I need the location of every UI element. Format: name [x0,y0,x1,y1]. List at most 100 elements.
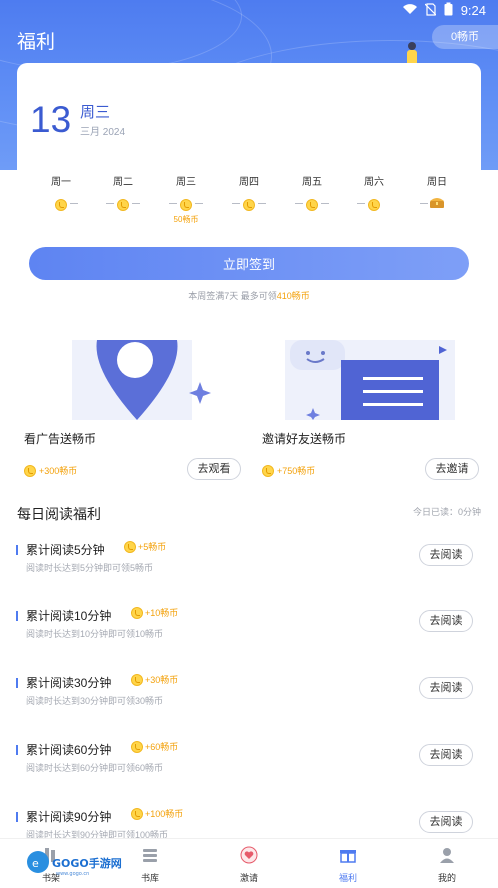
coin-icon [131,606,143,619]
promo-reward-amount: +750畅币 [277,466,316,476]
checkin-day-wed: 周三 50畅币 [156,173,216,225]
status-bar: 9:24 [0,0,498,20]
battery-icon [444,2,453,19]
task-reward: +60畅币 [131,740,178,753]
promo-title: 邀请好友送畅币 [262,432,347,446]
reading-task: 累计阅读30分钟 +30畅币 阅读时长达到30分钟即可领30畅币 去阅读 [0,670,498,730]
checkin-day-fri: 周五 [282,173,342,214]
signin-tip-text: 本周签满7天 最多可领 [188,291,277,301]
treasure-chest-icon [429,196,445,214]
weekday-label: 周六 [364,177,384,188]
signin-tip-amount: 410畅币 [276,291,310,301]
coin-icon [180,198,192,211]
promo-reward: +300畅币 [24,464,77,477]
coin-icon [55,198,67,211]
watch-ads-button[interactable]: 去观看 [187,458,241,480]
read-button[interactable]: 去阅读 [419,744,473,766]
today-read-time: 今日已读：0分钟 [412,507,481,517]
weekday-label: 周二 [113,177,133,188]
invite-button[interactable]: 去邀请 [425,458,479,480]
task-reward-amount: +5畅币 [138,542,167,552]
signin-button[interactable]: 立即签到 [29,247,469,280]
promo-reward: +750畅币 [262,464,315,477]
coin-icon [131,807,143,820]
weekday-label: 周一 [51,177,71,188]
current-month-year: 三月 2024 [80,127,126,138]
signin-tip: 本周签满7天 最多可领410畅币 [0,289,498,302]
read-button[interactable]: 去阅读 [419,677,473,699]
task-reward: +30畅币 [131,673,178,686]
task-description: 阅读时长达到60分钟即可领60畅币 [26,763,164,773]
checkin-day-sat: 周六 [344,173,404,214]
checkin-day-mon: 周一 [31,173,91,214]
task-marker [16,611,18,621]
tab-welfare[interactable]: 福利 [308,839,388,884]
reading-task: 累计阅读60分钟 +60畅币 阅读时长达到60分钟即可领60畅币 去阅读 [0,737,498,797]
task-reward-amount: +100畅币 [145,809,184,819]
library-icon [141,846,159,869]
task-reward: +10畅币 [131,606,178,619]
task-marker [16,545,18,555]
coin-icon [24,464,36,477]
task-description: 阅读时长达到10分钟即可领10畅币 [26,629,164,639]
task-name: 累计阅读5分钟 [26,543,105,557]
watermark-logo: e GOGO手游网 www.gogo.cn [26,848,126,883]
reading-task: 累计阅读10分钟 +10畅币 阅读时长达到10分钟即可领10畅币 去阅读 [0,603,498,663]
task-description: 阅读时长达到5分钟即可领5畅币 [26,563,154,573]
promo-invite-friends: 邀请好友送畅币 +750畅币 去邀请 [255,340,479,480]
read-button[interactable]: 去阅读 [419,544,473,566]
tab-label: 我的 [437,873,456,883]
coin-icon [243,198,255,211]
task-marker [16,812,18,822]
chat-bubble-illustration [255,340,475,420]
heart-badge-icon [240,846,258,869]
day-reward: 50畅币 [173,215,199,224]
coin-icon [124,540,136,553]
coin-icon [368,198,380,211]
gift-icon [339,846,357,869]
weekday-label: 周日 [427,177,447,188]
tab-label: 福利 [338,873,357,883]
reading-task: 累计阅读5分钟 +5畅币 阅读时长达到5分钟即可领5畅币 去阅读 [0,537,498,597]
task-name: 累计阅读60分钟 [26,743,112,757]
page-title: 福利 [17,32,56,53]
task-name: 累计阅读90分钟 [26,810,112,824]
task-description: 阅读时长达到30分钟即可领30畅币 [26,696,164,706]
promo-reward-amount: +300畅币 [39,466,78,476]
coin-icon [262,464,274,477]
person-icon [438,846,456,869]
reading-section-title: 每日阅读福利 [17,506,101,522]
svg-text:e: e [32,857,39,870]
checkin-day-thu: 周四 [219,173,279,214]
task-reward-amount: +60畅币 [145,742,179,752]
status-time: 9:24 [460,3,486,18]
wifi-icon [402,3,417,18]
checkin-day-tue: 周二 [93,173,153,214]
task-reward: +100畅币 [131,807,183,820]
weekday-label: 周三 [176,177,196,188]
promo-title: 看广告送畅币 [24,432,97,446]
promo-watch-ads: 看广告送畅币 +300畅币 去观看 [17,340,241,480]
tab-label: 激请 [239,873,258,883]
location-pin-illustration [17,340,237,420]
task-name: 累计阅读10分钟 [26,609,112,623]
coin-icon [131,740,143,753]
tab-invite[interactable]: 激请 [209,839,289,884]
task-reward-amount: +10畅币 [145,608,179,618]
task-marker [16,678,18,688]
read-button[interactable]: 去阅读 [419,610,473,632]
weekday-label: 周五 [302,177,322,188]
task-reward-amount: +30畅币 [145,675,179,685]
checkin-day-sun: 周日 [407,173,467,214]
no-sim-icon [424,2,437,19]
tab-mine[interactable]: 我的 [407,839,487,884]
read-button[interactable]: 去阅读 [419,811,473,833]
current-weekday: 周三 [80,104,111,121]
svg-text:GOGO手游网: GOGO手游网 [52,856,122,870]
task-marker [16,745,18,755]
weekday-label: 周四 [239,177,259,188]
svg-text:www.gogo.cn: www.gogo.cn [56,871,89,877]
task-name: 累计阅读30分钟 [26,676,112,690]
current-day: 13 [30,99,72,140]
coin-icon [117,198,129,211]
